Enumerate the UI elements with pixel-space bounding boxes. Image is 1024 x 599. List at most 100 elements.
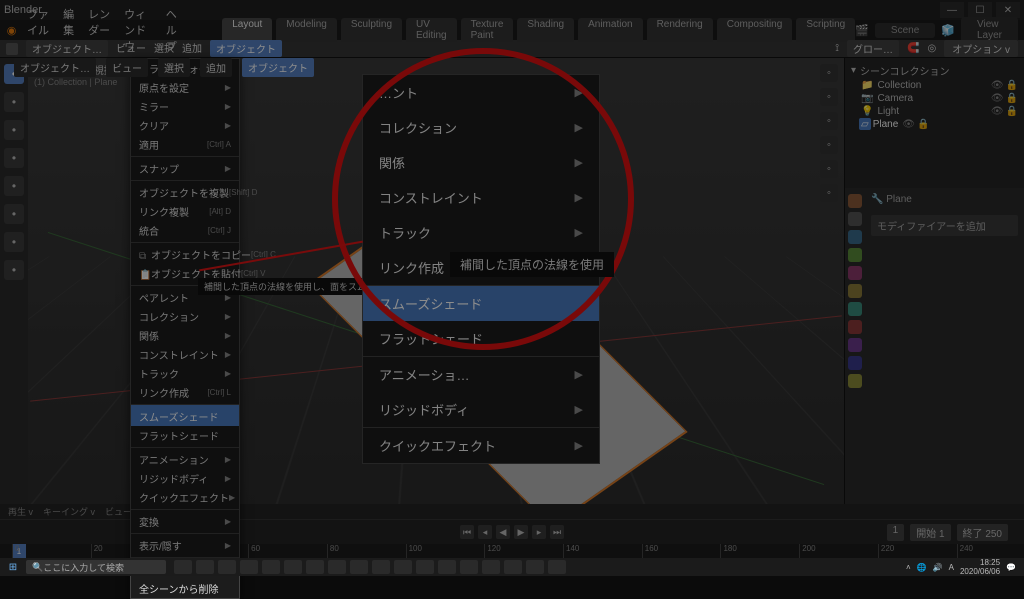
menu-item-zoom[interactable]: コンストレイント▶ <box>363 180 599 215</box>
move-tool-icon[interactable]: • <box>4 120 24 140</box>
menu-item-zoom[interactable]: フラットシェード <box>363 321 599 356</box>
tray-date[interactable]: 2020/06/06 <box>960 567 1000 576</box>
workspace-tab-rendering[interactable]: Rendering <box>647 18 713 42</box>
outliner-item-plane[interactable]: ▱ Plane👁🔒 <box>859 118 871 130</box>
header-menu-overlay-ビュー[interactable]: ビュー <box>106 58 148 77</box>
mode-dropdown[interactable]: オブジェクト… <box>26 40 108 57</box>
menu-item[interactable]: リンク複製[Alt] D <box>131 202 239 221</box>
rotate-tool-icon[interactable]: • <box>4 148 24 168</box>
menu-item[interactable]: 関係▶ <box>131 326 239 345</box>
header-menu-overlay-追加[interactable]: 追加 <box>200 58 232 77</box>
workspace-tab-compositing[interactable]: Compositing <box>717 18 793 42</box>
menu-item[interactable]: ⧉オブジェクトをコピー[Ctrl] C <box>131 242 239 264</box>
jump-end-icon[interactable]: ⏭ <box>550 525 564 539</box>
window-max-button[interactable]: ☐ <box>968 2 992 18</box>
menu-item[interactable]: 全シーンから削除 <box>131 579 239 598</box>
workspace-tab-texture paint[interactable]: Texture Paint <box>461 18 514 42</box>
workspace-tab-sculpting[interactable]: Sculpting <box>341 18 402 42</box>
tray-sound-icon[interactable]: 🔊 <box>933 563 943 572</box>
header-menu-選択[interactable]: 選択 <box>154 40 174 57</box>
menu-item[interactable]: リンク作成[Ctrl] L <box>131 383 239 402</box>
menu-item[interactable]: 適用[Ctrl] A <box>131 135 239 154</box>
header-menu-ビュー[interactable]: ビュー <box>116 40 146 57</box>
menu-item[interactable]: コンストレイント▶ <box>131 345 239 364</box>
playback-controls[interactable]: ⏮ ◂ ◀ ▶ ▸ ⏭ <box>460 525 564 539</box>
menu-item[interactable]: クイックエフェクト▶ <box>131 488 239 507</box>
header-menu-overlay-選択[interactable]: 選択 <box>158 58 190 77</box>
mode-overlay[interactable]: オブジェクト… <box>14 58 96 77</box>
outliner-panel[interactable]: ▾ シーンコレクション 📁 Collection👁🔒📷 Camera👁🔒💡 Li… <box>845 58 1024 188</box>
workspace-tab-uv editing[interactable]: UV Editing <box>406 18 457 42</box>
menu-item-zoom[interactable]: クイックエフェクト▶ <box>363 427 599 463</box>
windows-search-box[interactable]: 🔍 ここに入力して検索 <box>26 560 166 574</box>
play-rev-icon[interactable]: ◀ <box>496 525 510 539</box>
end-frame-field[interactable]: 終了 250 <box>957 524 1008 541</box>
header-menu-追加[interactable]: 追加 <box>182 40 202 57</box>
timeline-menu-ビュー[interactable]: ビュー <box>105 505 132 518</box>
menu-item-zoom[interactable]: アニメーショ…▶ <box>363 356 599 392</box>
object-context-menu[interactable]: トランスフォーム▶原点を設定▶ミラー▶クリア▶適用[Ctrl] Aスナップ▶オブ… <box>130 58 240 599</box>
menu-item[interactable]: コレクション▶ <box>131 307 239 326</box>
editor-type-icon[interactable] <box>6 43 18 55</box>
taskbar-app-icons[interactable] <box>174 560 566 574</box>
move-view-gizmo-icon[interactable]: ◦ <box>820 112 838 130</box>
tray-up-icon[interactable]: ˄ <box>906 563 911 572</box>
menu-item[interactable]: 表示/隠す▶ <box>131 533 239 555</box>
select-tool-icon[interactable]: • <box>4 92 24 112</box>
start-frame-field[interactable]: 開始 1 <box>910 524 950 541</box>
play-icon[interactable]: ▶ <box>514 525 528 539</box>
outliner-root[interactable]: ▾ シーンコレクション <box>849 62 1020 79</box>
menu-item-zoom[interactable]: …ント▶ <box>363 75 599 110</box>
persp-gizmo-icon[interactable]: ◦ <box>820 160 838 178</box>
transform-tool-icon[interactable]: • <box>4 204 24 224</box>
camera-gizmo-icon[interactable]: ◦ <box>820 136 838 154</box>
menu-item[interactable]: スナップ▶ <box>131 156 239 178</box>
menu-item[interactable]: 変換▶ <box>131 509 239 531</box>
orientation-icon[interactable]: ⟟ <box>835 43 839 54</box>
menu-item-zoom[interactable]: リジッドボディ▶ <box>363 392 599 427</box>
scale-tool-icon[interactable]: • <box>4 176 24 196</box>
jump-start-icon[interactable]: ⏮ <box>460 525 474 539</box>
window-close-button[interactable]: ✕ <box>996 2 1020 18</box>
menu-item[interactable]: アニメーション▶ <box>131 447 239 469</box>
menu-item[interactable]: リジッドボディ▶ <box>131 469 239 488</box>
menu-item[interactable]: ミラー▶ <box>131 97 239 116</box>
annotate-tool-icon[interactable]: • <box>4 232 24 252</box>
menu-item[interactable]: 原点を設定▶ <box>131 78 239 97</box>
workspace-tab-layout[interactable]: Layout <box>222 18 272 42</box>
menu-item-zoom[interactable]: トラック▶ <box>363 215 599 250</box>
axis-gizmo-icon[interactable]: ◦ <box>820 64 838 82</box>
orientation-dropdown[interactable]: グロー… <box>847 40 899 57</box>
scene-selector[interactable]: Scene <box>875 23 935 38</box>
keyframe-prev-icon[interactable]: ◂ <box>478 525 492 539</box>
options-dropdown[interactable]: オプション v <box>944 40 1018 57</box>
add-modifier-dropdown[interactable]: モディファイアーを追加 <box>871 215 1018 236</box>
tray-wifi-icon[interactable]: 🌐 <box>917 563 927 572</box>
keyframe-next-icon[interactable]: ▸ <box>532 525 546 539</box>
zoom-gizmo-icon[interactable]: ◦ <box>820 88 838 106</box>
workspace-tab-shading[interactable]: Shading <box>517 18 574 42</box>
windows-start-button[interactable]: ⊞ <box>0 558 26 576</box>
outliner-item-collection[interactable]: 📁 Collection👁🔒 <box>859 79 1020 92</box>
menu-item[interactable]: オブジェクトを複製[Shift] D <box>131 180 239 202</box>
properties-tabs[interactable] <box>845 188 865 542</box>
header-menu-overlay-オブジェクト[interactable]: オブジェクト <box>242 58 314 77</box>
current-frame-field[interactable]: 1 <box>887 524 905 541</box>
tray-ime-icon[interactable]: A <box>949 563 954 572</box>
workspace-tab-animation[interactable]: Animation <box>578 18 642 42</box>
tray-notifications-icon[interactable]: 💬 <box>1006 563 1016 572</box>
window-min-button[interactable]: — <box>940 2 964 18</box>
windows-taskbar[interactable]: ⊞ 🔍 ここに入力して検索 ˄ 🌐 🔊 A 18:25 2020/06/06 💬 <box>0 558 1024 576</box>
snap-icon[interactable]: 🧲 <box>907 43 919 54</box>
workspace-tab-modeling[interactable]: Modeling <box>276 18 337 42</box>
layers-gizmo-icon[interactable]: ◦ <box>820 184 838 202</box>
header-menu-オブジェクト[interactable]: オブジェクト <box>210 40 282 57</box>
menu-item[interactable]: フラットシェード <box>131 426 239 445</box>
menu-item-zoom[interactable]: コレクション▶ <box>363 110 599 145</box>
menu-item[interactable]: トラック▶ <box>131 364 239 383</box>
timeline-menu-再生 v[interactable]: 再生 v <box>8 505 33 518</box>
tray-time[interactable]: 18:25 <box>960 558 1000 567</box>
measure-tool-icon[interactable]: • <box>4 260 24 280</box>
outliner-item-light[interactable]: 💡 Light👁🔒 <box>859 105 1020 118</box>
proportional-icon[interactable]: ◎ <box>927 43 936 54</box>
